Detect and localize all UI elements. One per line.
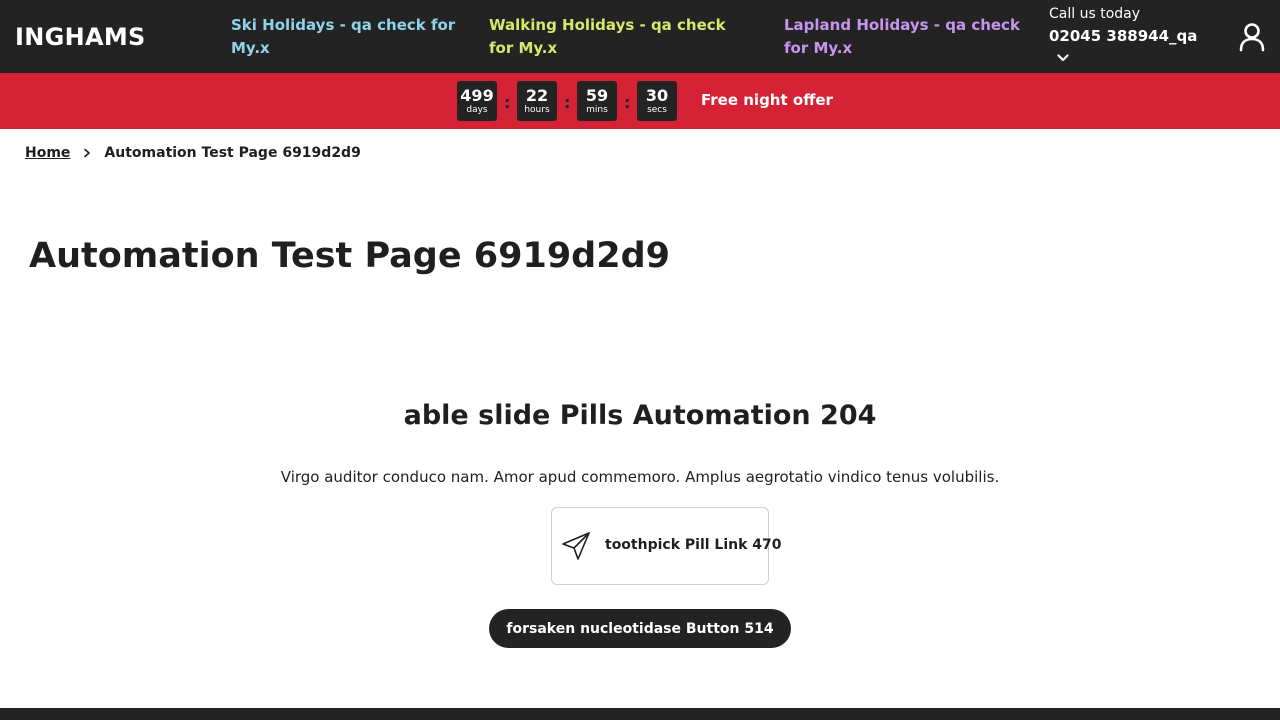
countdown-days-label: days [466, 105, 488, 115]
countdown-separator: : [624, 93, 631, 112]
pill-link-label: toothpick Pill Link 470 [605, 537, 782, 553]
cta-button[interactable]: forsaken nucleotidase Button 514 [489, 609, 791, 648]
call-us-label: Call us today [1049, 6, 1141, 22]
breadcrumb: Home Automation Test Page 6919d2d9 [25, 145, 361, 161]
chevron-down-icon[interactable] [1057, 52, 1069, 64]
countdown-days-value: 499 [460, 86, 494, 105]
pills-block-title: able slide Pills Automation 204 [403, 400, 877, 431]
breadcrumb-home-link[interactable]: Home [25, 145, 70, 161]
phone-number[interactable]: 02045 388944_qa [1049, 24, 1219, 48]
countdown-mins: 59 mins [577, 81, 617, 121]
countdown-secs-label: secs [647, 105, 667, 115]
footer [0, 708, 1280, 720]
countdown-hours-label: hours [524, 105, 550, 115]
countdown-mins-label: mins [586, 105, 608, 115]
site-logo[interactable]: INGHAMS [15, 23, 146, 51]
nav-walking-holidays[interactable]: Walking Holidays - qa check for My.x [489, 14, 749, 60]
page-title: Automation Test Page 6919d2d9 [29, 236, 670, 276]
countdown-secs-value: 30 [645, 86, 669, 105]
countdown-hours-value: 22 [525, 86, 549, 105]
pills-block-description: Virgo auditor conduco nam. Amor apud com… [280, 468, 1000, 486]
chevron-right-icon [84, 148, 91, 158]
breadcrumb-current: Automation Test Page 6919d2d9 [104, 145, 361, 161]
nav-ski-holidays[interactable]: Ski Holidays - qa check for My.x [231, 14, 461, 60]
user-icon[interactable] [1238, 22, 1266, 52]
promo-banner: 499 days : 22 hours : 59 mins : 30 secs … [0, 73, 1280, 129]
countdown-secs: 30 secs [637, 81, 677, 121]
site-header: INGHAMS Ski Holidays - qa check for My.x… [0, 0, 1280, 73]
countdown-days: 499 days [457, 81, 497, 121]
countdown-separator: : [504, 93, 511, 112]
paper-plane-icon [562, 532, 590, 560]
pill-link[interactable]: toothpick Pill Link 470 [551, 507, 782, 585]
nav-lapland-holidays[interactable]: Lapland Holidays - qa check for My.x [784, 14, 1034, 60]
countdown-hours: 22 hours [517, 81, 557, 121]
countdown-mins-value: 59 [585, 86, 609, 105]
call-us-block[interactable]: Call us today 02045 388944_qa [1049, 4, 1219, 62]
countdown-separator: : [564, 93, 571, 112]
free-night-offer-link[interactable]: Free night offer [701, 91, 833, 109]
